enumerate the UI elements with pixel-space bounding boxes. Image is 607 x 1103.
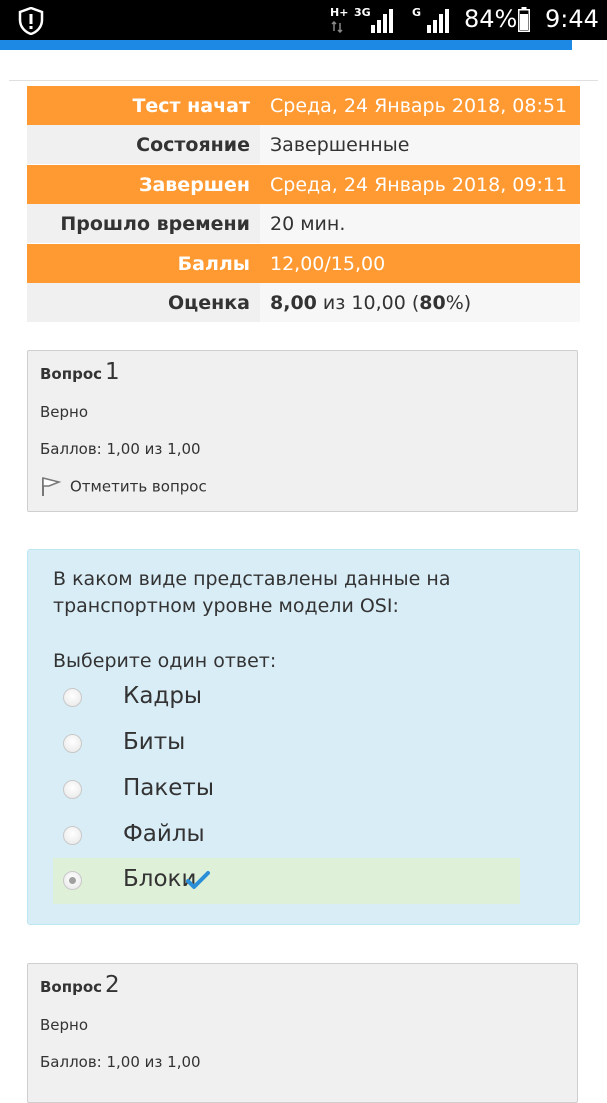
summary-value: Среда, 24 Январь 2018, 09:11 <box>260 164 580 204</box>
flag-question-link[interactable]: Отметить вопрос <box>40 476 207 498</box>
correct-check-icon <box>186 871 210 889</box>
grade-percent-suffix: %) <box>445 291 472 314</box>
radio-button[interactable] <box>63 688 82 707</box>
divider <box>9 80 598 81</box>
question-title: Вопрос 1 <box>40 359 120 385</box>
flag-question-label[interactable]: Отметить вопрос <box>70 478 207 496</box>
summary-key: Тест начат <box>27 86 260 125</box>
network-type-label: G <box>412 6 422 19</box>
summary-row-completed: Завершен Среда, 24 Январь 2018, 09:11 <box>27 164 580 204</box>
summary-key: Состояние <box>27 125 260 165</box>
summary-row-time-taken: Прошло времени 20 мин. <box>27 204 580 244</box>
battery-percent: 84% <box>464 5 518 33</box>
grade-max: из 10,00 ( <box>316 291 420 314</box>
question-text: В каком виде представлены данные на тран… <box>53 568 451 617</box>
summary-row-state: Состояние Завершенные <box>27 125 580 165</box>
summary-key: Прошло времени <box>27 204 260 244</box>
signal-strength-icon <box>371 9 393 33</box>
radio-button[interactable] <box>63 826 82 845</box>
attempt-summary-table: Тест начат Среда, 24 Январь 2018, 08:51 … <box>27 86 580 323</box>
summary-row-started: Тест начат Среда, 24 Январь 2018, 08:51 <box>27 86 580 125</box>
question-grade: Баллов: 1,00 из 1,00 <box>40 440 201 458</box>
network-type-label: H+ <box>330 6 349 19</box>
question-label: Вопрос <box>40 365 103 383</box>
summary-key: Оценка <box>27 283 260 323</box>
data-arrows-icon <box>331 21 343 33</box>
radio-button[interactable] <box>63 734 82 753</box>
answer-prompt: Выберите один ответ: <box>53 650 277 672</box>
grade-percent: 80 <box>419 291 446 314</box>
answer-option[interactable]: Файлы <box>53 813 520 859</box>
radio-button[interactable] <box>63 780 82 799</box>
grade-value: 8,00 <box>270 291 317 314</box>
question-label: Вопрос <box>40 978 103 996</box>
shield-alert-icon <box>18 7 44 35</box>
battery-icon <box>518 7 530 32</box>
summary-value: 8,00 из 10,00 (80%) <box>260 283 580 323</box>
clock: 9:44 <box>545 5 599 33</box>
summary-row-marks: Баллы 12,00/15,00 <box>27 243 580 283</box>
status-bar: H+ 3G G 84% 9:44 <box>0 0 607 40</box>
summary-row-grade: Оценка 8,00 из 10,00 (80%) <box>27 283 580 323</box>
radio-button-checked[interactable] <box>63 871 82 890</box>
answer-option[interactable]: Кадры <box>53 675 520 721</box>
answer-option[interactable]: Биты <box>53 721 520 767</box>
summary-key: Баллы <box>27 243 260 283</box>
answer-option[interactable]: Пакеты <box>53 767 520 813</box>
summary-value: Завершенные <box>260 125 580 165</box>
summary-value: 20 мин. <box>260 204 580 244</box>
question-number: 1 <box>105 359 120 385</box>
flag-icon <box>42 477 62 496</box>
question-grade: Баллов: 1,00 из 1,00 <box>40 1053 201 1071</box>
summary-value: Среда, 24 Январь 2018, 08:51 <box>260 86 580 125</box>
answer-option-label[interactable]: Файлы <box>123 821 205 847</box>
answer-option-selected-correct[interactable]: Блоки <box>53 858 520 904</box>
signal-strength-icon <box>427 9 449 33</box>
question-state: Верно <box>40 1016 89 1034</box>
question-state: Верно <box>40 403 89 421</box>
page-progress-bar <box>0 40 572 50</box>
question-number: 2 <box>105 972 120 998</box>
answer-option-label[interactable]: Биты <box>123 729 185 755</box>
question-1-content: В каком виде представлены данные на тран… <box>27 549 580 925</box>
question-1-info: Вопрос 1 Верно Баллов: 1,00 из 1,00 Отмет… <box>27 350 578 512</box>
summary-value: 12,00/15,00 <box>260 243 580 283</box>
question-title: Вопрос 2 <box>40 972 120 998</box>
answer-option-label[interactable]: Кадры <box>123 683 202 709</box>
network-type-label: 3G <box>354 6 371 19</box>
summary-key: Завершен <box>27 164 260 204</box>
answer-option-label[interactable]: Пакеты <box>123 775 214 801</box>
question-2-info: Вопрос 2 Верно Баллов: 1,00 из 1,00 <box>27 963 578 1103</box>
